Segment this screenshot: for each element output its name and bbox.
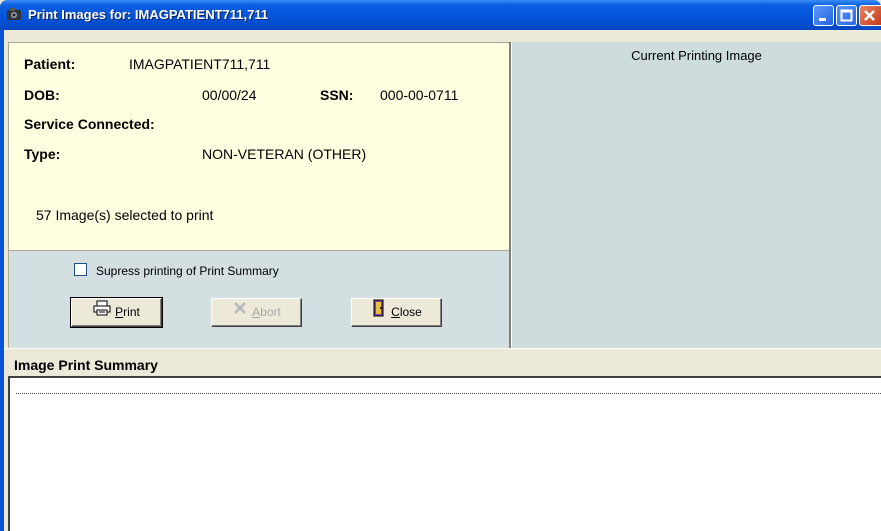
selection-status: 57 Image(s) selected to print (36, 207, 214, 223)
current-image-header: Current Printing Image (631, 48, 762, 63)
print-label: rint (123, 305, 140, 319)
summary-title: Image Print Summary (14, 357, 158, 373)
type-label: Type: (24, 146, 61, 162)
minimize-icon (819, 18, 826, 21)
print-button[interactable]: Print (70, 297, 163, 328)
dob-value: 00/00/24 (202, 87, 257, 103)
close-hotkey: C (391, 305, 400, 320)
maximize-button[interactable] (836, 5, 857, 26)
summary-focus-line (16, 393, 881, 394)
ssn-value: 000-00-0711 (380, 87, 459, 103)
window-border (0, 30, 4, 531)
abort-label: bort (260, 305, 281, 319)
service-connected-label: Service Connected: (24, 116, 155, 132)
patient-name: IMAGPATIENT711,711 (129, 56, 271, 72)
current-image-panel (512, 42, 881, 348)
print-summary-box[interactable] (8, 376, 881, 531)
abort-icon (232, 299, 248, 326)
door-exit-icon (371, 299, 387, 327)
dob-label: DOB: (24, 87, 60, 103)
suppress-summary-checkbox[interactable] (74, 263, 87, 276)
close-button[interactable]: Close (351, 298, 442, 327)
print-hotkey: P (115, 305, 124, 319)
patient-label: Patient: (24, 56, 76, 72)
close-label: lose (399, 305, 422, 320)
title-bar[interactable]: Print Images for: IMAGPATIENT711,711 (0, 0, 881, 30)
camera-app-icon (6, 7, 22, 21)
printer-icon (93, 299, 111, 326)
abort-hotkey: A (252, 305, 261, 319)
type-value: NON-VETERAN (OTHER) (202, 146, 367, 162)
minimize-button[interactable] (813, 5, 834, 26)
ssn-label: SSN: (320, 87, 354, 103)
abort-button[interactable]: Abort (211, 298, 302, 327)
close-window-button[interactable] (859, 5, 881, 26)
close-icon (864, 10, 875, 21)
suppress-summary-label[interactable]: Supress printing of Print Summary (96, 264, 279, 278)
maximize-icon (840, 9, 853, 22)
window-title: Print Images for: IMAGPATIENT711,711 (28, 7, 269, 22)
